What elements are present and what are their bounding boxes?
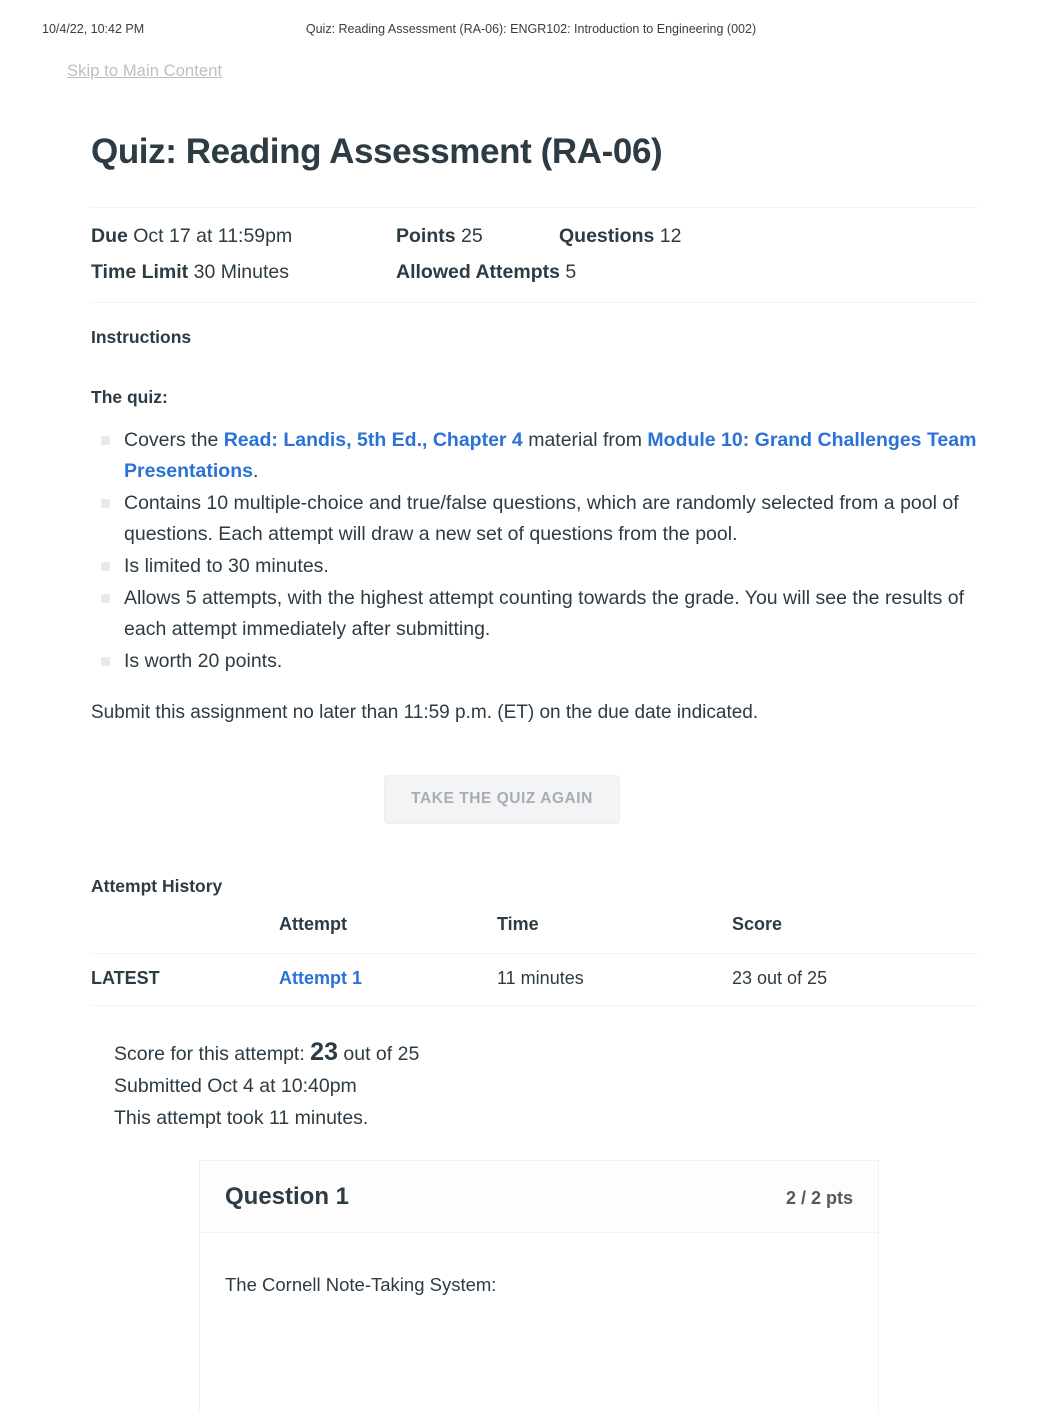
result-duration-line: This attempt took 11 minutes. (114, 1107, 369, 1129)
column-header-attempt: Attempt (279, 914, 347, 934)
meta-due-label: Due (91, 225, 128, 247)
instruction-item: Contains 10 multiple-choice and true/fal… (91, 488, 979, 550)
meta-points-value: 25 (461, 225, 483, 247)
attempt-result-summary: Score for this attempt: 23 out of 25 Sub… (91, 1038, 979, 1134)
table-row: LATEST Attempt 1 11 minutes 23 out of 25 (91, 953, 979, 1006)
print-header-title: Quiz: Reading Assessment (RA-06): ENGR10… (305, 22, 757, 36)
meta-time-limit: Time Limit 30 Minutes (91, 254, 396, 290)
attempt-time-cell: 11 minutes (497, 953, 732, 1006)
question-title: Question 1 (225, 1183, 350, 1210)
instructions-lead: The quiz: (91, 387, 168, 407)
skip-to-main-content-link[interactable]: Skip to Main Content (67, 62, 222, 81)
instruction-text: Covers the (124, 429, 224, 451)
column-header-score: Score (732, 914, 783, 934)
instructions-list: Covers the Read: Landis, 5th Ed., Chapte… (91, 425, 979, 677)
result-submitted-line: Submitted Oct 4 at 10:40pm (114, 1075, 357, 1097)
instruction-link[interactable]: Read: Landis, 5th Ed., Chapter 4 (224, 429, 523, 451)
attempt-history-table: Attempt Time Score LATEST Attempt 1 11 m… (91, 914, 979, 1006)
question-text: The Cornell Note-Taking System: (225, 1274, 497, 1295)
instruction-text: Allows 5 attempts, with the highest atte… (124, 587, 965, 640)
question-body: The Cornell Note-Taking System: (200, 1233, 878, 1411)
meta-row-2: Time Limit 30 Minutes Allowed Attempts 5 (91, 254, 979, 290)
meta-due-value: Oct 17 at 11:59pm (133, 225, 293, 247)
print-header: 10/4/22, 10:42 PM Quiz: Reading Assessme… (0, 22, 1062, 42)
meta-questions-label: Questions (559, 225, 655, 247)
result-score-prefix: Score for this attempt: (114, 1043, 305, 1065)
meta-questions-value: 12 (659, 225, 682, 247)
meta-allowed-attempts: Allowed Attempts 5 (396, 254, 576, 290)
meta-bottom-divider (91, 302, 979, 303)
meta-row-1: Due Oct 17 at 11:59pm Points 25 Questions … (91, 218, 979, 254)
quiz-meta-block: Due Oct 17 at 11:59pm Points 25 Questions … (91, 207, 979, 303)
meta-questions: Questions 12 (559, 218, 681, 254)
column-header-time: Time (497, 914, 539, 934)
result-score-value: 23 (310, 1038, 338, 1066)
take-the-quiz-again-button[interactable]: TAKE THE QUIZ AGAIN (384, 775, 620, 824)
instruction-text: Is worth 20 points. (124, 650, 283, 672)
question-header: Question 1 2 / 2 pts (200, 1161, 878, 1233)
meta-allowed-attempts-label: Allowed Attempts (396, 261, 560, 283)
meta-time-limit-label: Time Limit (91, 261, 189, 283)
meta-allowed-attempts-value: 5 (565, 261, 577, 283)
attempt-link-cell: Attempt 1 (279, 953, 497, 1006)
instruction-text: Is limited to 30 minutes. (124, 555, 329, 577)
instruction-item: Is worth 20 points. (91, 646, 979, 677)
column-header-flag (91, 914, 279, 954)
meta-points: Points 25 (396, 218, 559, 254)
submit-note: Submit this assignment no later than 11:… (91, 702, 759, 723)
instructions-heading: Instructions (91, 327, 192, 347)
attempt-1-link[interactable]: Attempt 1 (279, 968, 362, 988)
attempt-score-cell: 23 out of 25 (732, 953, 979, 1006)
instruction-text: Contains 10 multiple-choice and true/fal… (124, 492, 959, 545)
question-points: 2 / 2 pts (785, 1188, 853, 1208)
meta-due: Due Oct 17 at 11:59pm (91, 218, 396, 254)
instruction-text: material from (522, 429, 648, 451)
meta-time-limit-value: 30 Minutes (193, 261, 289, 283)
instruction-item: Is limited to 30 minutes. (91, 551, 979, 582)
result-score-line: Score for this attempt: 23 out of 25 (114, 1038, 979, 1070)
main-content: Quiz: Reading Assessment (RA-06) Due Oct… (91, 130, 979, 1411)
instruction-item: Covers the Read: Landis, 5th Ed., Chapte… (91, 425, 979, 487)
attempt-history-heading: Attempt History (91, 876, 223, 896)
page-title: Quiz: Reading Assessment (RA-06) (91, 132, 663, 171)
attempt-history-header-row: Attempt Time Score (91, 914, 979, 954)
question-card: Question 1 2 / 2 pts The Cornell Note-Ta… (199, 1160, 879, 1411)
instruction-text: . (252, 460, 259, 482)
take-again-button-row: TAKE THE QUIZ AGAIN (91, 775, 979, 824)
result-score-suffix: out of 25 (343, 1043, 420, 1065)
meta-points-label: Points (396, 225, 456, 247)
instruction-item: Allows 5 attempts, with the highest atte… (91, 583, 979, 645)
attempt-latest-flag: LATEST (91, 953, 279, 1006)
